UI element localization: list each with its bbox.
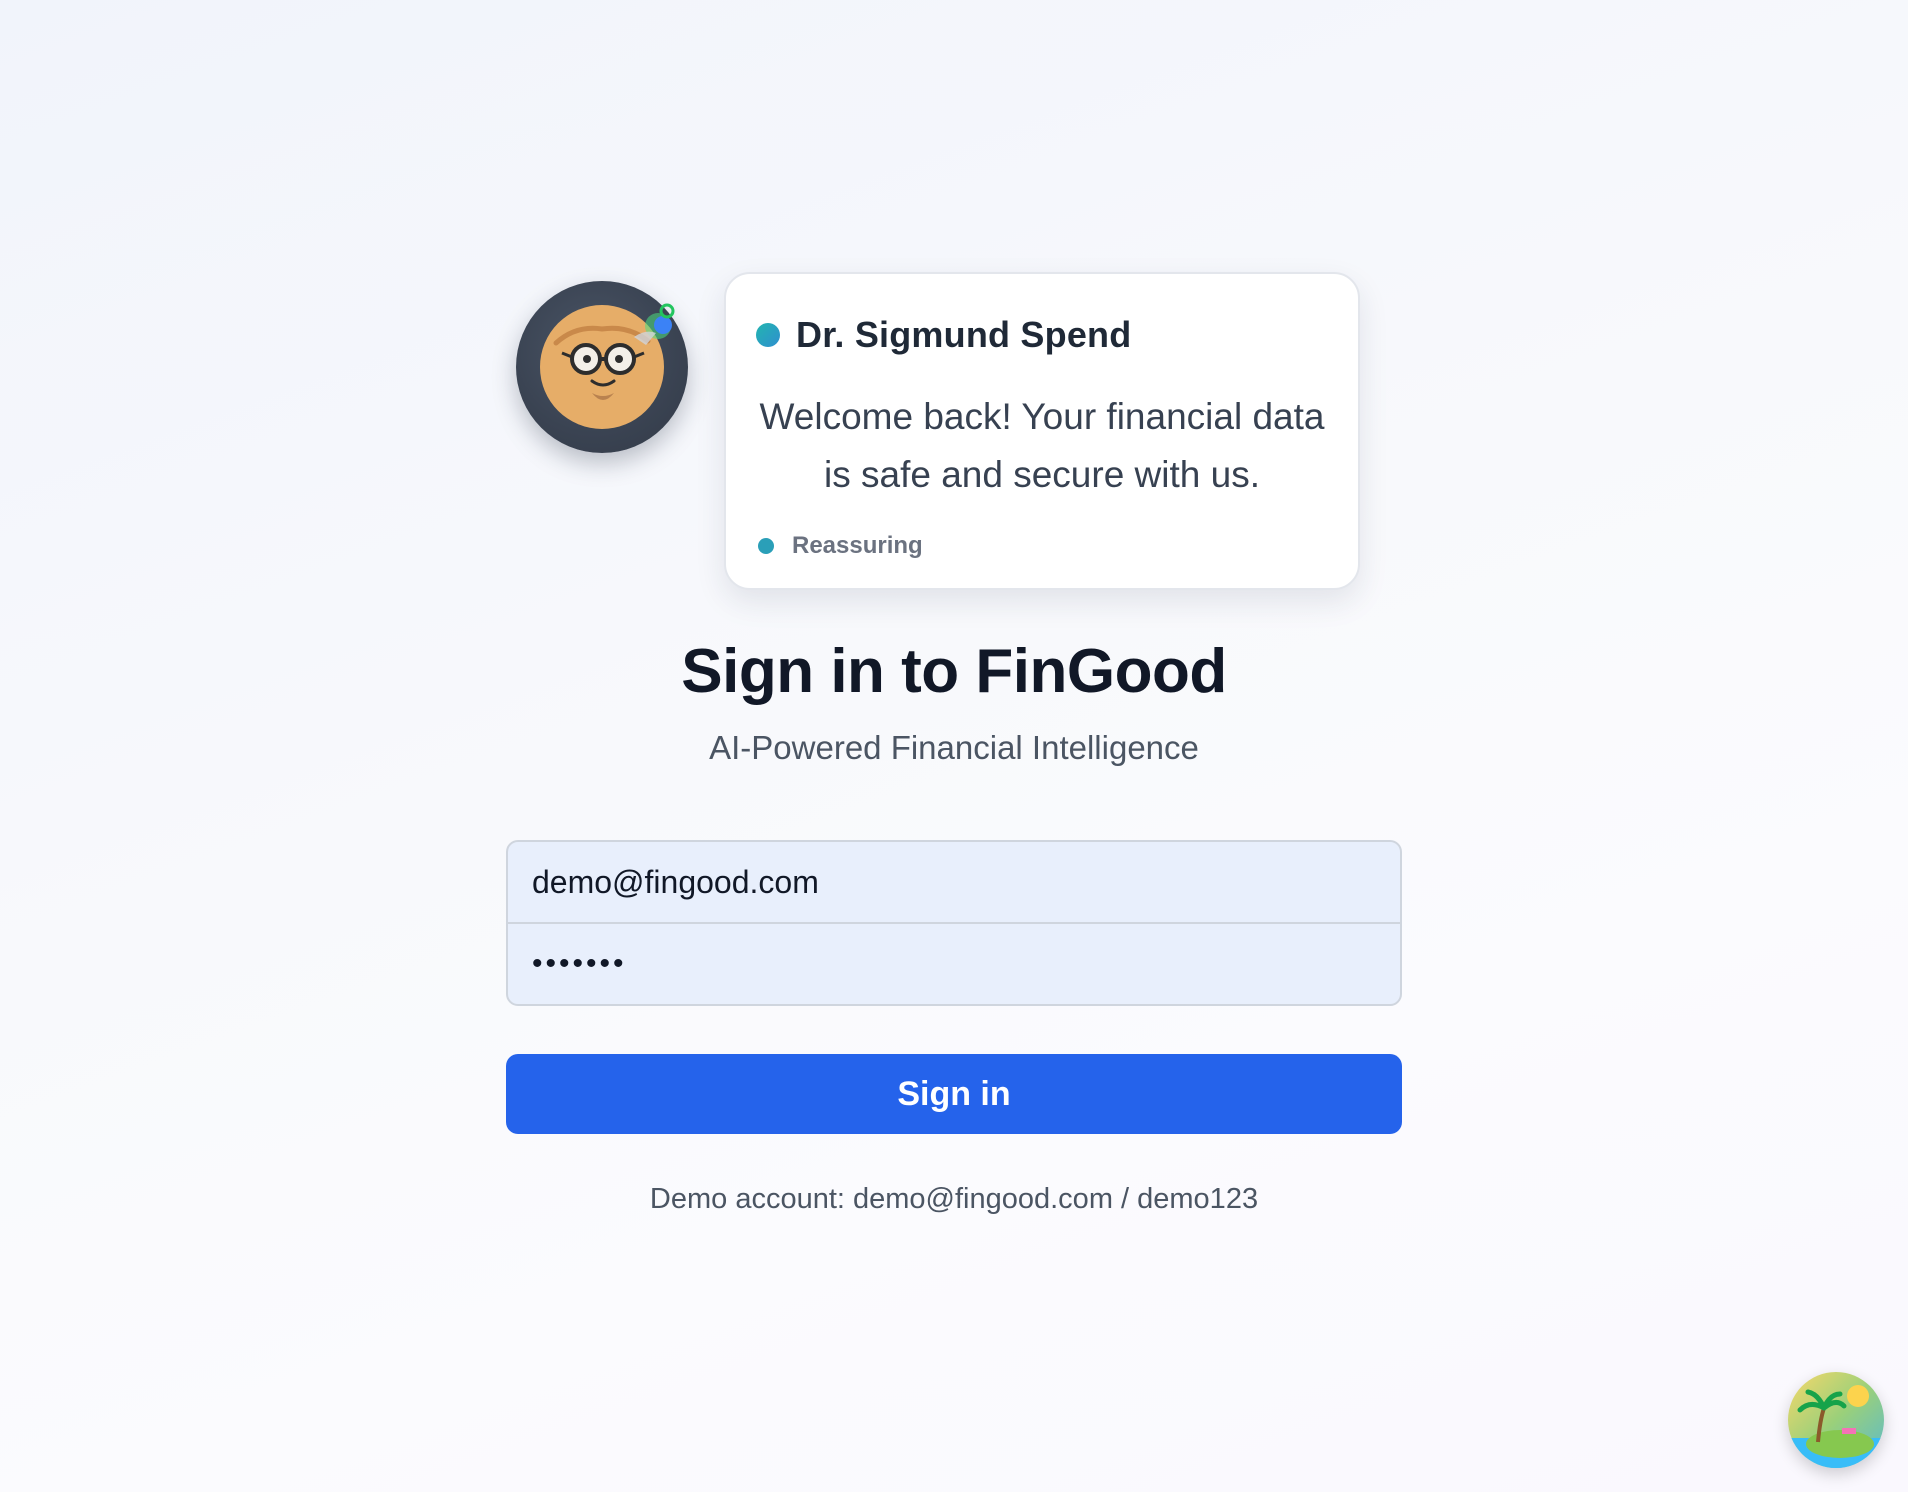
password-field[interactable] <box>506 922 1402 1006</box>
assistant-message-card: Dr. Sigmund Spend Welcome back! Your fin… <box>724 272 1360 590</box>
email-field[interactable] <box>506 840 1402 924</box>
assistant-name: Dr. Sigmund Spend <box>796 314 1132 355</box>
assistant-mood: Reassuring <box>758 532 923 560</box>
demo-account-note: Demo account: demo@fingood.com / demo123 <box>649 1183 1259 1215</box>
professor-avatar-icon <box>540 303 675 429</box>
assistant-header: Dr. Sigmund Spend <box>756 314 1131 356</box>
theme-toggle-button[interactable] <box>1788 1372 1884 1468</box>
assistant-avatar <box>516 281 688 453</box>
mood-dot-icon <box>758 538 774 554</box>
page-subtitle: AI-Powered Financial Intelligence <box>709 729 1199 766</box>
tropical-island-icon <box>1788 1385 1884 1468</box>
mood-label: Reassuring <box>792 532 923 559</box>
online-status-dot <box>756 323 780 347</box>
page-title: Sign in to FinGood <box>681 637 1227 706</box>
sign-in-button[interactable]: Sign in <box>506 1054 1402 1134</box>
assistant-message: Welcome back! Your financial data is saf… <box>759 396 1325 495</box>
